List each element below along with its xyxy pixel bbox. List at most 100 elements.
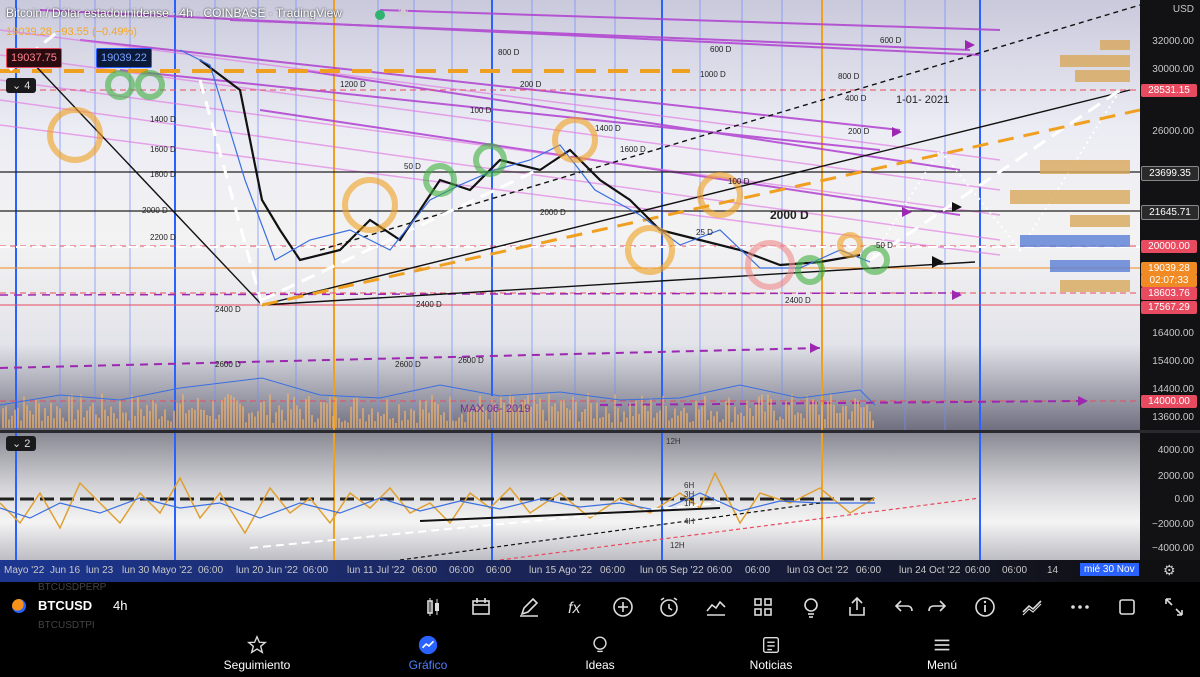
d-label: 800 D — [498, 48, 520, 57]
volume-bar — [191, 408, 193, 428]
volume-bar — [689, 422, 691, 428]
volume-bar — [416, 422, 418, 428]
candles-icon[interactable] — [421, 595, 445, 619]
d-label: 2600 D — [458, 356, 484, 365]
fullscreen-box-icon[interactable] — [1115, 595, 1139, 619]
volume-bar — [626, 417, 628, 428]
price-axis[interactable]: USD 32000.00 30000.00 26000.00 16400.00 … — [1140, 0, 1200, 430]
volume-bar — [65, 421, 67, 428]
volume-bar — [86, 410, 88, 428]
volume-bar — [299, 408, 301, 428]
volume-bar — [56, 406, 58, 428]
oscillator-pane[interactable]: 12H 6H 3H 1H 4H 12H ⌄ 2 — [0, 433, 1140, 560]
replay-icon[interactable] — [704, 595, 728, 619]
volume-bar — [599, 417, 601, 428]
nav-seguimiento[interactable]: Seguimiento — [197, 634, 317, 672]
volume-bar — [107, 416, 109, 428]
volume-bar — [845, 405, 847, 428]
redo-icon[interactable] — [925, 595, 949, 619]
volume-bar — [728, 397, 730, 428]
volume-bar — [863, 407, 865, 428]
compare-icon[interactable] — [469, 595, 493, 619]
d-label: 100 D — [470, 106, 492, 115]
volume-bar — [725, 401, 727, 428]
volume-bar — [209, 415, 211, 428]
volume-bar — [638, 413, 640, 428]
volume-bar — [848, 419, 850, 428]
ideas-bulb-icon[interactable] — [799, 595, 823, 619]
volume-bar — [392, 418, 394, 428]
volume-bar — [383, 414, 385, 428]
volume-bar — [698, 409, 700, 428]
settings-gear-icon[interactable]: ⚙ — [1163, 562, 1176, 579]
time-axis[interactable]: Mayo '22 Jun 16 lun 23 lun 30 Mayo '22 0… — [0, 560, 1200, 582]
symbol-title[interactable]: Bitcoin / Dólar estadounidense · 4h · CO… — [6, 6, 342, 20]
volume-bar — [671, 418, 673, 428]
volume-bar — [839, 412, 841, 428]
add-icon[interactable] — [611, 595, 635, 619]
volume-bar — [443, 412, 445, 428]
volume-bar — [584, 408, 586, 428]
trend-icon[interactable] — [1020, 595, 1044, 619]
volume-bar — [653, 417, 655, 428]
volume-bar — [701, 406, 703, 428]
info-icon[interactable] — [973, 595, 997, 619]
alert-icon[interactable] — [657, 595, 681, 619]
d-label: 50 D — [404, 162, 421, 171]
volume-bar — [446, 420, 448, 428]
volume-bar — [311, 415, 313, 428]
volume-bar — [782, 418, 784, 428]
volume-bar — [5, 406, 7, 428]
sell-price-box[interactable]: 19037.75 — [6, 48, 62, 68]
volume-bar — [194, 409, 196, 428]
chevron-down-icon: ⌄ — [12, 438, 22, 450]
volume-bar — [218, 414, 220, 428]
nav-ideas[interactable]: Ideas — [540, 634, 660, 672]
nav-menu[interactable]: Menú — [882, 634, 1002, 672]
volume-bar — [146, 404, 148, 428]
volume-bar — [197, 397, 199, 428]
d-label: 1400 D — [150, 115, 176, 124]
d-label: 100 D — [728, 177, 750, 186]
volume-bar — [683, 407, 685, 428]
volume-bar — [596, 402, 598, 428]
symbol-button[interactable]: BTCUSD — [38, 598, 92, 613]
volume-bar — [245, 422, 247, 428]
volume-bar — [662, 396, 664, 428]
time-label: 06:00 — [486, 565, 512, 576]
osc-pane-collapse[interactable]: ⌄ 2 — [6, 436, 37, 451]
interval-button[interactable]: 4h — [113, 598, 127, 613]
volume-bar — [767, 394, 769, 428]
d-label: 600 D — [880, 36, 902, 45]
volume-bar — [47, 415, 49, 428]
volume-bar — [365, 421, 367, 428]
expand-icon[interactable] — [1162, 595, 1186, 619]
volume-bar — [233, 397, 235, 428]
layouts-icon[interactable] — [751, 595, 775, 619]
oscillator-axis[interactable]: 4000.00 2000.00 0.00 −2000.00 −4000.00 — [1140, 433, 1200, 560]
buy-price-box[interactable]: 19039.22 — [96, 48, 152, 68]
draw-icon[interactable] — [517, 595, 541, 619]
price-axis-label: 16400.00 — [1152, 328, 1194, 339]
share-icon[interactable] — [845, 595, 869, 619]
volume-bar — [776, 420, 778, 428]
volume-bar — [488, 419, 490, 428]
nav-noticias[interactable]: Noticias — [711, 634, 831, 672]
volume-bar — [80, 394, 82, 428]
more-icon[interactable] — [1068, 595, 1092, 619]
osc-mark: 1H — [684, 499, 695, 508]
main-pane-collapse[interactable]: ⌄ 4 — [6, 78, 37, 93]
time-label: lun 30 Mayo '22 — [122, 565, 193, 576]
green-dot-icon[interactable] — [375, 10, 385, 20]
volume-bar — [137, 396, 139, 428]
volume-bar — [320, 401, 322, 428]
volume-bar — [629, 403, 631, 428]
undo-icon[interactable] — [892, 595, 916, 619]
volume-bar — [356, 397, 358, 428]
volume-bar — [407, 419, 409, 428]
volume-bar — [764, 411, 766, 428]
nav-grafico[interactable]: Gráfico — [368, 634, 488, 672]
main-chart-pane[interactable]: 1-01- 2021 MAX 06- 2019 2000 D 2400 D 26… — [0, 0, 1140, 430]
indicators-icon[interactable]: fx — [565, 595, 589, 619]
eye-icon[interactable]: ◉ — [398, 4, 408, 18]
